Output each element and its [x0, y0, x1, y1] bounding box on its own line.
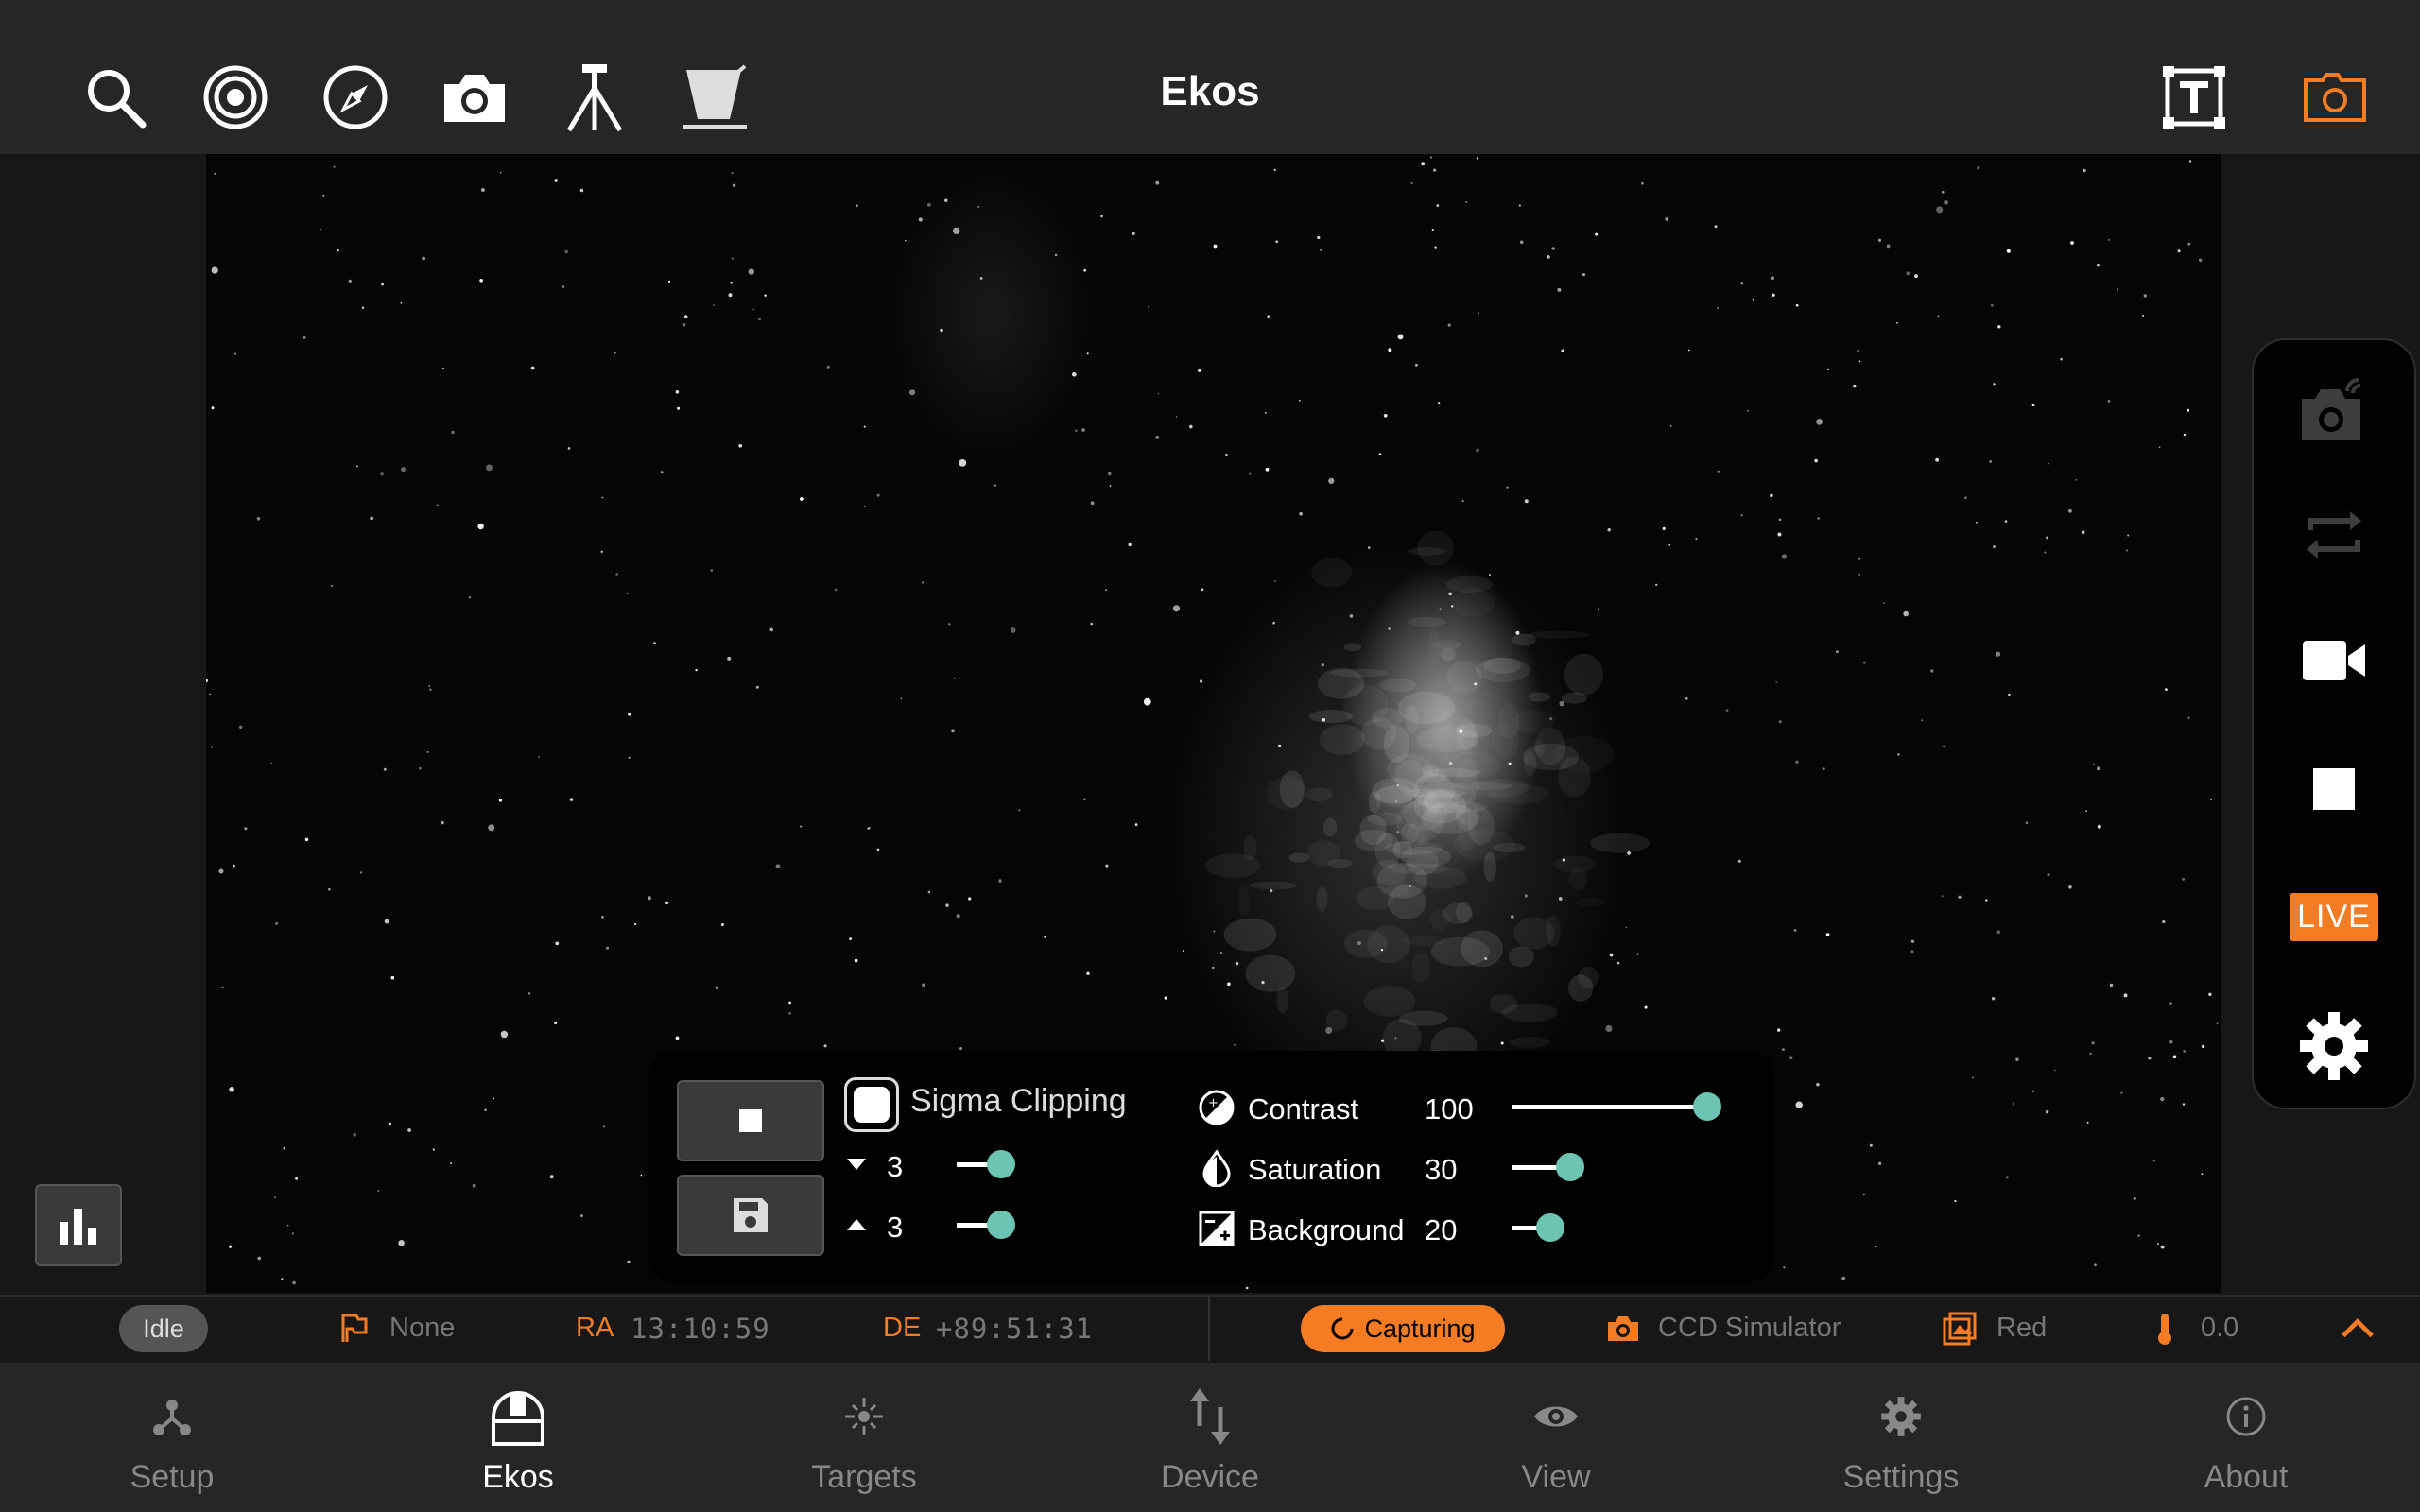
remote-camera-icon[interactable]: [2254, 369, 2414, 454]
filter-name: Red: [1996, 1313, 2048, 1343]
camera-icon: [1606, 1312, 1640, 1346]
tracking-flag-icon: [337, 1312, 372, 1346]
sigma-clipping-checkbox[interactable]: [844, 1077, 899, 1132]
contrast-label: Contrast: [1248, 1092, 1359, 1125]
saturation-label: Saturation: [1248, 1153, 1382, 1186]
ra-value: 13:10:59: [631, 1313, 770, 1345]
histogram-button[interactable]: [35, 1184, 122, 1266]
tripod-mount-icon[interactable]: [557, 60, 632, 135]
lower-sigma-value: 3: [887, 1150, 904, 1183]
text-overlay-icon[interactable]: [2156, 60, 2232, 135]
caret-down-icon: [838, 1145, 875, 1183]
upper-sigma-value: 3: [887, 1211, 904, 1244]
de-value: +89:51:31: [936, 1313, 1094, 1345]
slider-track: [1512, 1105, 1707, 1109]
caret-up-icon: [838, 1206, 875, 1244]
camera-frame-icon[interactable]: [2297, 60, 2373, 135]
filter-icon: [1943, 1312, 1977, 1346]
mount-status-badge: Idle: [119, 1305, 208, 1352]
spinner-icon: [1330, 1316, 1355, 1341]
tracking-status: None: [389, 1313, 456, 1343]
background-value: 20: [1425, 1213, 1458, 1246]
video-icon[interactable]: [2254, 618, 2414, 703]
background-icon: [1197, 1209, 1236, 1248]
gear-icon: [1868, 1383, 1934, 1450]
target-icon[interactable]: [198, 60, 273, 135]
nav-label: Settings: [1842, 1459, 1960, 1495]
eye-icon: [1523, 1383, 1589, 1450]
nav-label: Device: [1161, 1459, 1259, 1495]
background-label: Background: [1248, 1213, 1405, 1246]
nav-label: View: [1521, 1459, 1591, 1495]
nav-item-ekos[interactable]: Ekos: [395, 1363, 641, 1512]
ra-label: RA: [576, 1313, 614, 1343]
thermometer-icon: [2148, 1312, 2182, 1346]
nav-item-device[interactable]: Device: [1087, 1363, 1333, 1512]
slider-thumb[interactable]: [1693, 1092, 1721, 1121]
stop-icon: [739, 1109, 762, 1132]
stop-icon[interactable]: [2254, 747, 2414, 832]
nav-label: Targets: [811, 1459, 917, 1495]
nav-item-targets[interactable]: Targets: [741, 1363, 987, 1512]
setup-icon: [139, 1383, 205, 1450]
settings-gear-icon[interactable]: [2254, 1004, 2414, 1089]
status-divider: [1208, 1297, 1210, 1361]
slider-thumb[interactable]: [987, 1211, 1015, 1239]
loop-icon[interactable]: [2254, 492, 2414, 577]
histogram-icon: [56, 1205, 101, 1246]
saturation-icon: [1197, 1148, 1236, 1188]
compass-icon[interactable]: [318, 60, 393, 135]
nav-item-setup[interactable]: Setup: [49, 1363, 295, 1512]
info-icon: [2213, 1383, 2279, 1450]
save-icon: [732, 1196, 769, 1234]
saturation-value: 30: [1425, 1153, 1458, 1186]
sigma-clipping-label: Sigma Clipping: [910, 1083, 1127, 1119]
search-icon[interactable]: [78, 60, 153, 135]
contrast-icon: +: [1197, 1088, 1236, 1127]
camera-icon[interactable]: [437, 60, 512, 135]
live-label: LIVE: [2290, 892, 2378, 941]
nav-label: Setup: [130, 1459, 215, 1495]
app-title: Ekos: [1160, 68, 1260, 114]
save-image-button[interactable]: [677, 1175, 824, 1256]
observatory-icon: [485, 1383, 551, 1450]
contrast-value: 100: [1425, 1092, 1474, 1125]
chevron-up-icon[interactable]: [2341, 1311, 2375, 1345]
stop-preview-button[interactable]: [677, 1080, 824, 1161]
camera-name: CCD Simulator: [1658, 1313, 1841, 1343]
nav-item-view[interactable]: View: [1433, 1363, 1679, 1512]
nav-item-settings[interactable]: Settings: [1778, 1363, 2024, 1512]
slider-thumb[interactable]: [1556, 1153, 1584, 1181]
capture-status-badge[interactable]: Capturing: [1301, 1305, 1505, 1352]
temperature-value: 0.0: [2201, 1313, 2239, 1343]
slider-thumb[interactable]: [1536, 1213, 1564, 1242]
device-icon: [1177, 1383, 1243, 1450]
de-label: DE: [883, 1313, 922, 1343]
slider-thumb[interactable]: [987, 1150, 1015, 1178]
capture-toolbar: LIVE: [2252, 338, 2416, 1109]
live-stack-icon[interactable]: LIVE: [2254, 874, 2414, 959]
nav-label: Ekos: [482, 1459, 554, 1495]
nav-item-about[interactable]: About: [2123, 1363, 2369, 1512]
svg-text:+: +: [1208, 1096, 1219, 1110]
targets-icon: [831, 1383, 897, 1450]
flat-panel-icon[interactable]: [677, 60, 752, 135]
capture-status-label: Capturing: [1364, 1314, 1476, 1343]
nav-label: About: [2204, 1459, 2289, 1495]
